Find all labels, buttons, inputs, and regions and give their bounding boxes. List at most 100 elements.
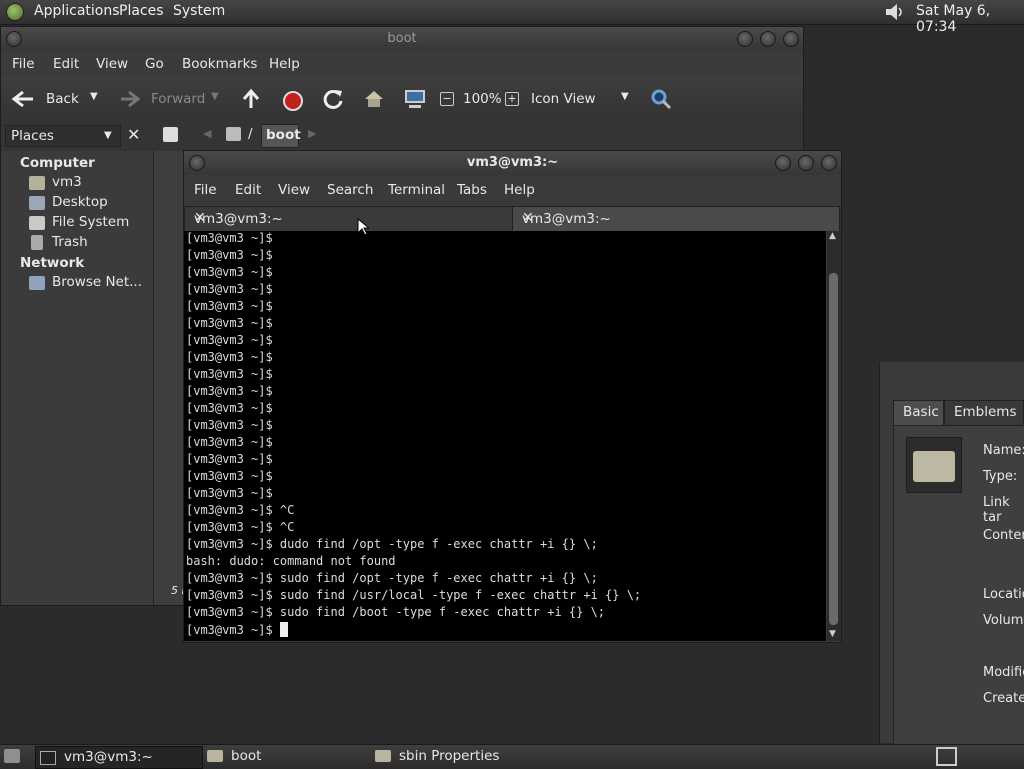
system-menu[interactable]: System bbox=[173, 3, 225, 19]
search-icon[interactable] bbox=[650, 88, 672, 110]
path-current-button[interactable]: boot bbox=[261, 124, 301, 148]
menu-bookmarks[interactable]: Bookmarks bbox=[182, 56, 257, 72]
menu-view[interactable]: View bbox=[278, 182, 310, 198]
network-icon bbox=[29, 276, 45, 290]
forward-history-chevron-icon[interactable]: ▼ bbox=[211, 91, 219, 102]
terminal-output[interactable]: [vm3@vm3 ~]$ [vm3@vm3 ~]$ [vm3@vm3 ~]$ [… bbox=[184, 231, 826, 641]
applications-menu[interactable]: Applications bbox=[34, 3, 120, 19]
forward-button[interactable]: Forward bbox=[151, 91, 205, 107]
terminal-line: [vm3@vm3 ~]$ bbox=[186, 350, 273, 364]
contents-label: Conten bbox=[983, 528, 1024, 543]
terminal-line: [vm3@vm3 ~]$ bbox=[186, 231, 273, 245]
zoom-in-icon[interactable]: + bbox=[505, 92, 519, 106]
zoom-out-icon[interactable]: − bbox=[440, 92, 454, 106]
forward-arrow-icon[interactable] bbox=[119, 89, 141, 109]
zoom-level: 100% bbox=[463, 91, 502, 107]
terminal-line: [vm3@vm3 ~]$ bbox=[186, 333, 273, 347]
file-manager-titlebar[interactable]: boot bbox=[1, 27, 803, 51]
edit-location-icon[interactable] bbox=[163, 127, 178, 142]
home-folder-icon bbox=[29, 176, 45, 190]
properties-window: Basic Emblems Name: Type: Link tar Conte… bbox=[879, 362, 1024, 744]
minimize-button[interactable] bbox=[775, 155, 791, 171]
close-sidebar-icon[interactable]: ✕ bbox=[127, 125, 140, 144]
tab-basic[interactable]: Basic bbox=[893, 400, 944, 426]
bottom-panel: vm3@vm3:~ boot sbin Properties bbox=[0, 744, 1024, 769]
folder-icon bbox=[375, 750, 391, 762]
back-button[interactable]: Back bbox=[46, 91, 79, 107]
menu-terminal[interactable]: Terminal bbox=[388, 182, 445, 198]
name-label: Name: bbox=[983, 443, 1024, 458]
maximize-button[interactable] bbox=[760, 31, 776, 47]
mouse-pointer-icon bbox=[357, 218, 369, 236]
menu-help[interactable]: Help bbox=[504, 182, 535, 198]
close-button[interactable] bbox=[783, 31, 799, 47]
task-label: vm3@vm3:~ bbox=[64, 749, 153, 765]
sidebar-item-vm3[interactable]: vm3 bbox=[1, 173, 153, 193]
tab-emblems[interactable]: Emblems bbox=[944, 400, 1024, 426]
sidebar-item-label: Browse Net... bbox=[52, 274, 143, 290]
terminal-titlebar[interactable]: vm3@vm3:~ bbox=[184, 151, 841, 175]
maximize-button[interactable] bbox=[798, 155, 814, 171]
path-scroll-left-icon[interactable]: ◀ bbox=[203, 127, 211, 140]
workspace-switcher-icon[interactable] bbox=[936, 747, 957, 766]
minimize-button[interactable] bbox=[737, 31, 753, 47]
terminal-line: [vm3@vm3 ~]$ bbox=[186, 316, 273, 330]
terminal-line: [vm3@vm3 ~]$ bbox=[186, 452, 273, 466]
scroll-down-icon[interactable]: ▼ bbox=[829, 629, 836, 639]
sidebar-item-browse-network[interactable]: Browse Net... bbox=[1, 273, 153, 293]
drive-icon bbox=[29, 216, 45, 230]
top-panel: Applications Places System Sat May 6, 07… bbox=[0, 0, 1024, 35]
taskbar-item-terminal[interactable]: vm3@vm3:~ bbox=[35, 746, 203, 769]
back-history-chevron-icon[interactable]: ▼ bbox=[90, 91, 98, 102]
gnome-foot-icon[interactable] bbox=[6, 3, 24, 21]
link-target-label: Link tar bbox=[983, 495, 1010, 525]
path-current-label: boot bbox=[266, 127, 301, 143]
menu-edit[interactable]: Edit bbox=[235, 182, 261, 198]
menu-file[interactable]: File bbox=[194, 182, 217, 198]
terminal-scrollbar[interactable]: ▲ ▼ bbox=[827, 231, 841, 641]
menu-tabs[interactable]: Tabs bbox=[457, 182, 487, 198]
menu-search[interactable]: Search bbox=[327, 182, 373, 198]
menu-view[interactable]: View bbox=[96, 56, 128, 72]
sidebar-item-desktop[interactable]: Desktop bbox=[1, 193, 153, 213]
clock[interactable]: Sat May 6, 07:34 bbox=[916, 3, 1024, 35]
location-label: Location bbox=[983, 587, 1024, 602]
scroll-up-icon[interactable]: ▲ bbox=[829, 231, 836, 241]
filesystem-root-icon[interactable] bbox=[226, 127, 241, 141]
computer-icon[interactable] bbox=[403, 88, 427, 110]
volume-icon[interactable] bbox=[884, 3, 906, 21]
view-mode-select[interactable]: Icon View bbox=[531, 91, 596, 107]
scrollbar-thumb[interactable] bbox=[829, 273, 838, 625]
menu-help[interactable]: Help bbox=[269, 56, 300, 72]
back-arrow-icon[interactable] bbox=[11, 89, 35, 109]
view-mode-chevron-icon[interactable]: ▼ bbox=[621, 91, 629, 102]
menu-go[interactable]: Go bbox=[145, 56, 164, 72]
menu-file[interactable]: File bbox=[12, 56, 35, 72]
stop-icon[interactable] bbox=[283, 91, 303, 111]
home-icon[interactable] bbox=[363, 89, 385, 109]
path-scroll-right-icon[interactable]: ▶ bbox=[308, 127, 316, 140]
sidebar-selector-label: Places bbox=[11, 128, 54, 144]
close-tab-icon[interactable]: ✕ bbox=[194, 210, 508, 226]
terminal-tab-1[interactable]: vm3@vm3:~ ✕ bbox=[184, 206, 513, 231]
taskbar-item-boot[interactable]: boot bbox=[203, 746, 368, 767]
sidebar-selector-chevron-icon: ▼ bbox=[104, 130, 112, 141]
sidebar-item-file-system[interactable]: File System bbox=[1, 213, 153, 233]
reload-icon[interactable] bbox=[322, 88, 344, 110]
sidebar-selector[interactable]: Places ▼ bbox=[5, 125, 121, 147]
sidebar-item-trash[interactable]: Trash bbox=[1, 233, 153, 253]
folder-icon-button[interactable] bbox=[906, 437, 962, 493]
path-root-button[interactable]: / bbox=[248, 126, 253, 142]
terminal-tab-2[interactable]: vm3@vm3:~ ✕ bbox=[512, 206, 840, 231]
up-arrow-icon[interactable] bbox=[241, 88, 261, 110]
close-tab-icon[interactable]: ✕ bbox=[522, 210, 835, 226]
text-cursor bbox=[279, 622, 288, 637]
file-manager-menubar: File Edit View Go Bookmarks Help bbox=[1, 51, 803, 77]
taskbar-item-sbin-properties[interactable]: sbin Properties bbox=[371, 746, 551, 767]
places-menu[interactable]: Places bbox=[119, 3, 164, 19]
terminal-window: vm3@vm3:~ File Edit View Search Terminal… bbox=[183, 150, 842, 643]
terminal-line: [vm3@vm3 ~]$ ^C bbox=[186, 503, 295, 517]
close-button[interactable] bbox=[821, 155, 837, 171]
show-desktop-icon[interactable] bbox=[4, 749, 20, 763]
menu-edit[interactable]: Edit bbox=[53, 56, 79, 72]
